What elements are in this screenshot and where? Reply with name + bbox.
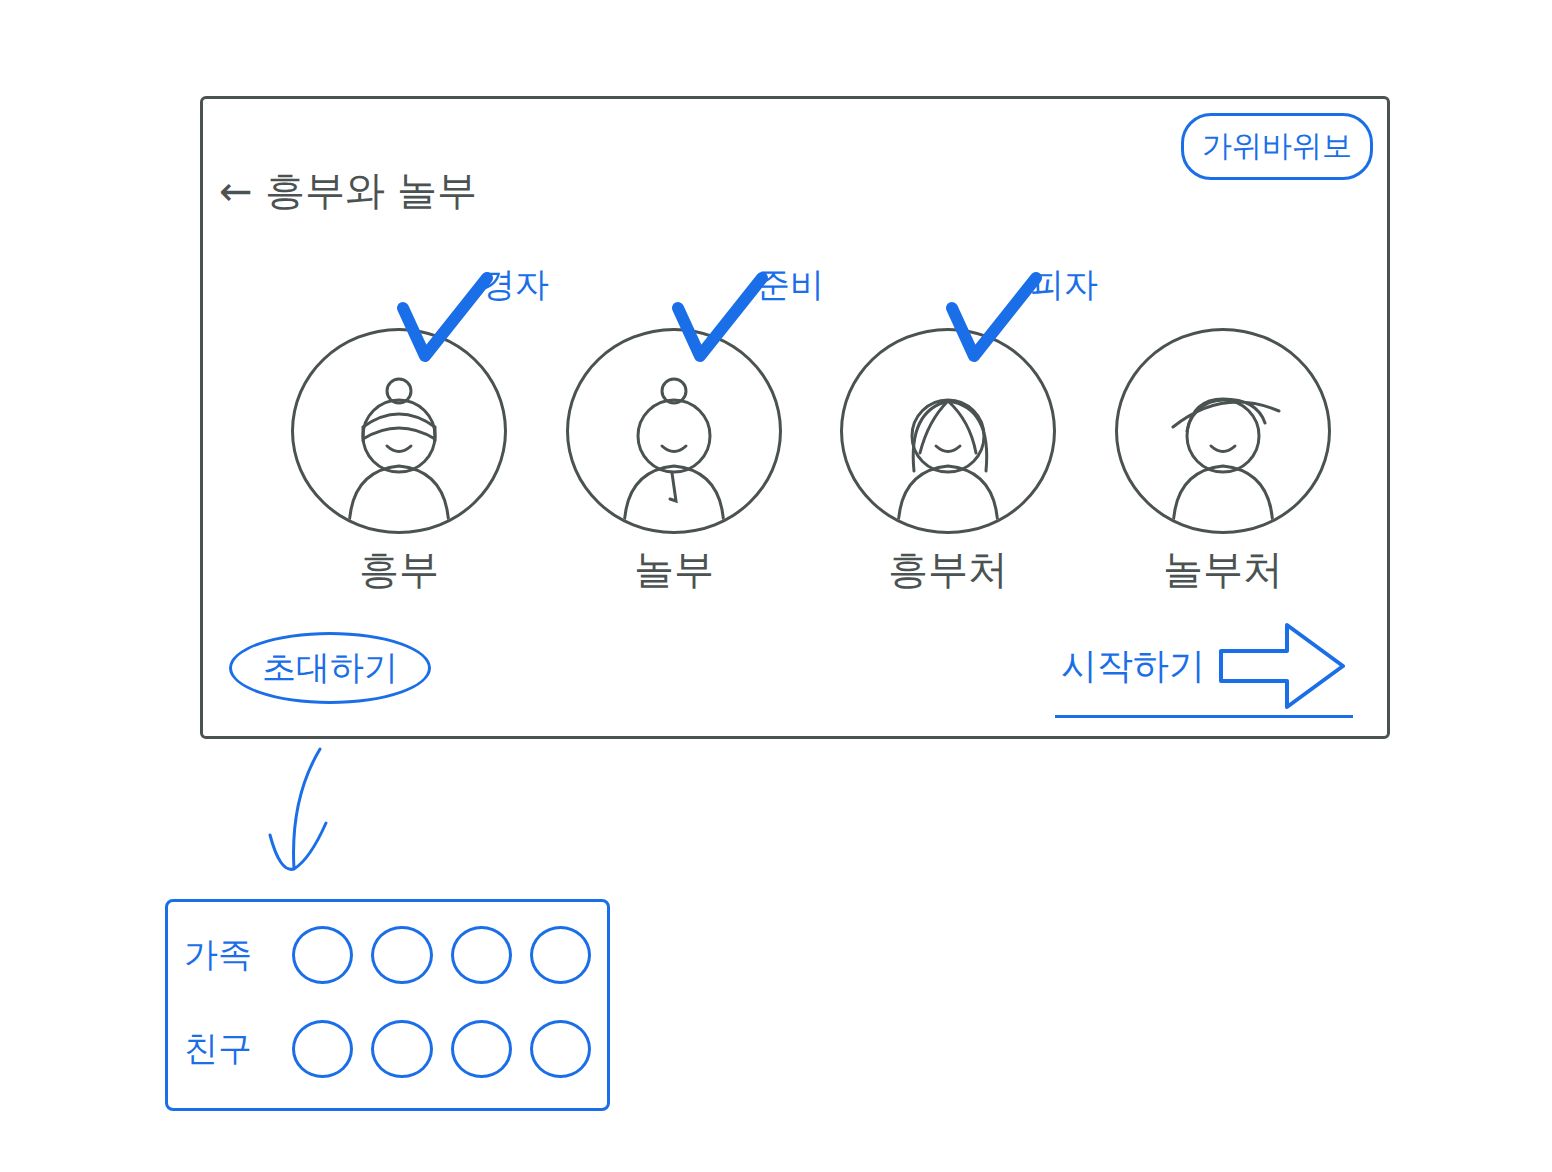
back-button[interactable]: ← xyxy=(219,168,253,214)
invite-panel: 가족친구 xyxy=(165,899,610,1111)
invite-group: 친구 xyxy=(184,1020,591,1078)
hat-figure-icon xyxy=(309,361,489,531)
invite-slot[interactable] xyxy=(451,1020,512,1078)
invite-slot[interactable] xyxy=(530,926,591,984)
check-icon xyxy=(670,268,770,368)
down-arrow-icon xyxy=(260,739,340,879)
header: ← 흥부와 놀부 가위바위보 xyxy=(219,113,1373,218)
title: 흥부와 놀부 xyxy=(265,163,478,218)
character-name: 흥부처 xyxy=(888,542,1008,597)
right-arrow-icon xyxy=(1217,621,1347,711)
long-hair-figure-icon xyxy=(858,361,1038,531)
group-label: 친구 xyxy=(184,1026,274,1072)
invite-slot[interactable] xyxy=(530,1020,591,1078)
character-row: 경자흥부준비놀부피자흥부처놀부처 xyxy=(219,238,1373,597)
invite-slot[interactable] xyxy=(371,1020,432,1078)
character-name: 흥부 xyxy=(359,542,439,597)
character-avatar[interactable] xyxy=(566,328,782,534)
selection-mark: 피자 xyxy=(944,268,1098,368)
character-avatar[interactable] xyxy=(840,328,1056,534)
check-icon xyxy=(944,268,1044,368)
mode-button[interactable]: 가위바위보 xyxy=(1181,113,1373,180)
invite-group: 가족 xyxy=(184,926,591,984)
character-name: 놀부처 xyxy=(1163,542,1283,597)
game-lobby-screen: ←흥부와 놀부가위바위보경자흥부준비놀부피자흥부처놀부처초대하기시작하기 xyxy=(200,96,1390,739)
bottom-row: 초대하기 시작하기 xyxy=(219,617,1373,718)
title-group: ← 흥부와 놀부 xyxy=(219,113,477,218)
player-name: 경자 xyxy=(481,262,549,308)
invite-slot[interactable] xyxy=(451,926,512,984)
check-icon xyxy=(395,268,495,368)
invite-slot[interactable] xyxy=(371,926,432,984)
character-card[interactable]: 놀부처 xyxy=(1103,268,1343,597)
start-button[interactable]: 시작하기 xyxy=(1055,617,1353,718)
invite-button[interactable]: 초대하기 xyxy=(229,632,431,704)
group-label: 가족 xyxy=(184,932,274,978)
character-avatar[interactable] xyxy=(1115,328,1331,534)
page: ←흥부와 놀부가위바위보경자흥부준비놀부피자흥부처놀부처초대하기시작하기가족친구 xyxy=(0,0,1552,1172)
selection-mark: 준비 xyxy=(670,268,824,368)
character-card[interactable]: 준비놀부 xyxy=(554,268,794,597)
invite-slot[interactable] xyxy=(292,926,353,984)
player-name: 준비 xyxy=(756,262,824,308)
bun-figure-icon xyxy=(1133,361,1313,531)
character-avatar[interactable] xyxy=(291,328,507,534)
player-name: 피자 xyxy=(1030,262,1098,308)
character-card[interactable]: 경자흥부 xyxy=(279,268,519,597)
topknot-figure-icon xyxy=(584,361,764,531)
character-name: 놀부 xyxy=(634,542,714,597)
invite-slot[interactable] xyxy=(292,1020,353,1078)
character-card[interactable]: 피자흥부처 xyxy=(828,268,1068,597)
selection-mark: 경자 xyxy=(395,268,549,368)
